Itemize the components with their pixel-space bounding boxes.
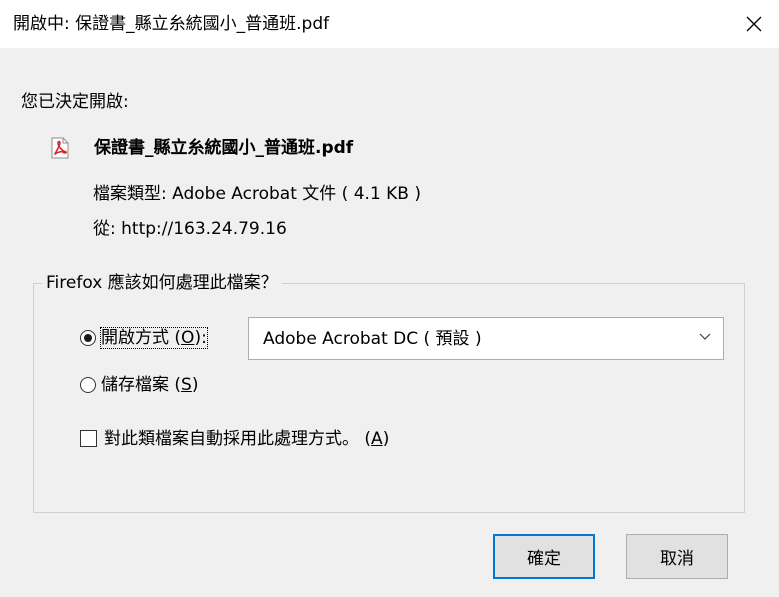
download-dialog: 開啟中: 保證書_縣立糸統國小_普通班.pdf 您已決定開啟: 保證書_縣立糸統… [0,0,779,597]
pdf-file-icon [51,137,69,159]
ok-button[interactable]: 確定 [493,534,595,579]
app-select[interactable]: Adobe Acrobat DC ( 預設 ) [248,317,724,360]
close-button[interactable] [729,0,779,48]
open-with-radio[interactable] [80,330,96,346]
chevron-down-icon [699,333,711,340]
save-file-label[interactable]: 儲存檔案 (S) [101,375,198,395]
remember-checkbox[interactable] [80,430,97,447]
close-icon [746,16,762,32]
open-with-accesskey: O [181,328,195,348]
open-with-label[interactable]: 開啟方式 (O): [100,327,208,349]
file-source: 從: http://163.24.79.16 [93,219,287,239]
decided-label: 您已決定開啟: [21,92,129,112]
window-title: 開啟中: 保證書_縣立糸統國小_普通班.pdf [13,14,330,34]
remember-accesskey: A [371,429,383,449]
file-name: 保證書_縣立糸統國小_普通班.pdf [94,138,354,158]
app-select-value: Adobe Acrobat DC ( 預設 ) [263,329,482,349]
title-bar: 開啟中: 保證書_縣立糸統國小_普通班.pdf [0,0,779,48]
radio-selected-dot [84,334,92,342]
cancel-button[interactable]: 取消 [626,534,728,579]
file-type: 檔案類型: Adobe Acrobat 文件 ( 4.1 KB ) [93,184,422,204]
save-file-radio[interactable] [80,377,96,393]
action-group-legend: Firefox 應該如何處理此檔案？ [42,273,282,293]
remember-label[interactable]: 對此類檔案自動採用此處理方式。 (A) [104,429,389,449]
save-file-accesskey: S [181,375,192,395]
